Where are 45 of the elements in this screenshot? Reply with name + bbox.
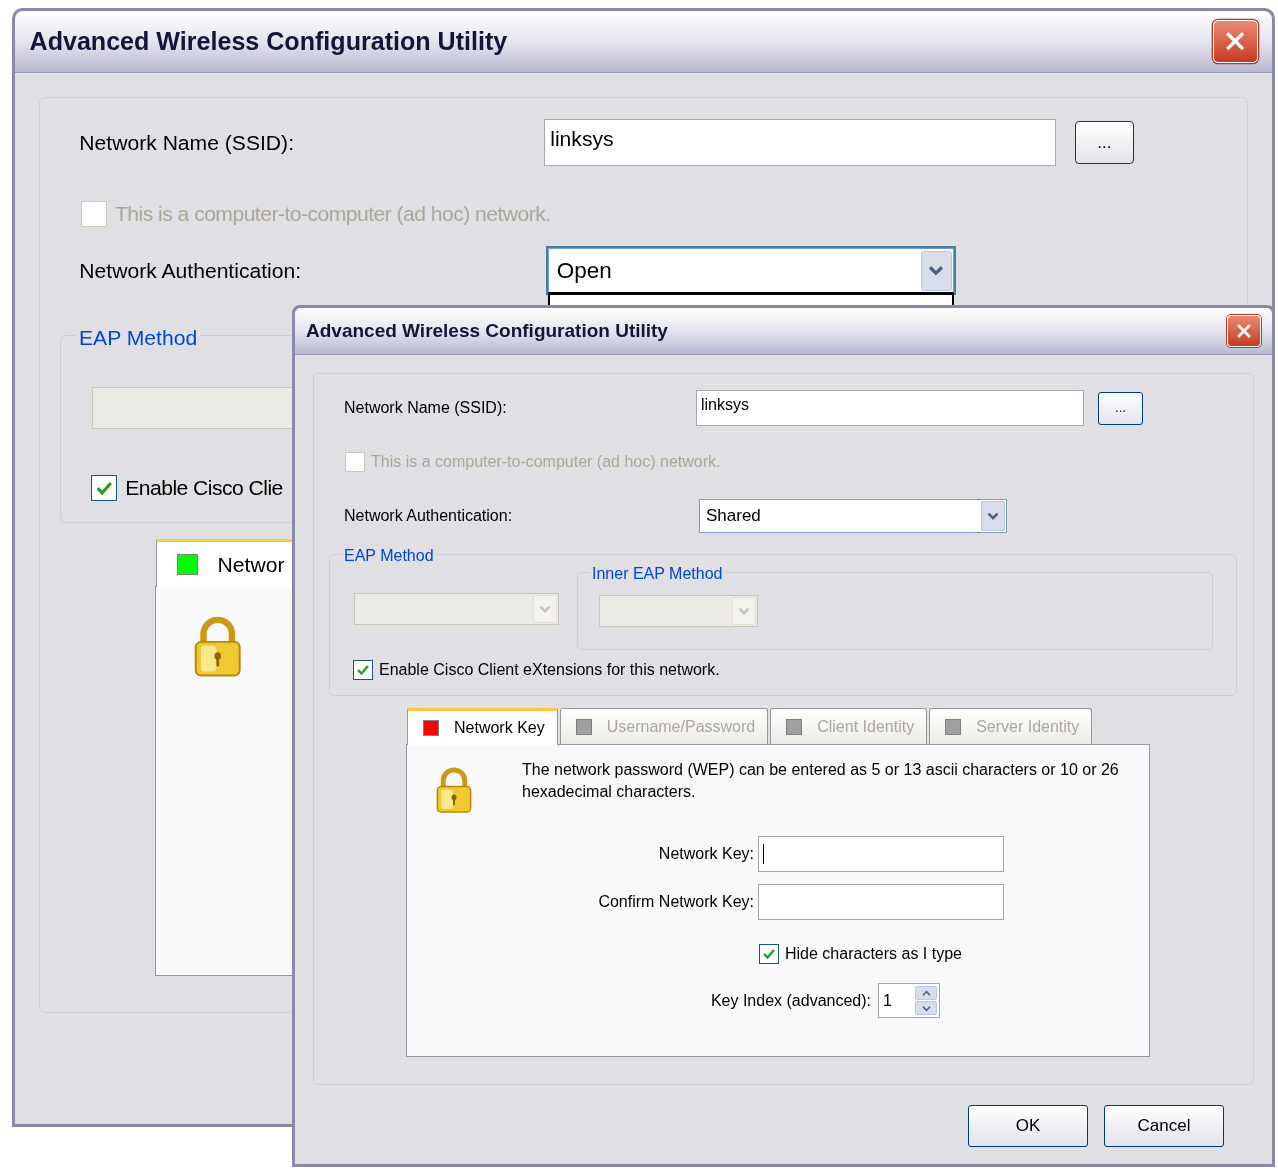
spin-field[interactable]: 1 [878,983,940,1018]
checkbox[interactable] [90,474,118,502]
password-field[interactable] [758,836,1004,872]
checkbox-label: This is a computer-to-computer (ad hoc) network. [371,452,721,472]
checkbox[interactable] [759,944,779,964]
close-button[interactable] [1227,315,1261,347]
checkbox-label: This is a computer-to-computer (ad hoc) network. [114,201,551,228]
field-label: Confirm Network Key: [597,892,755,912]
dropdown-value: Shared [705,505,761,528]
chevron-down-icon [738,606,750,616]
field-label: Network Key: [657,844,755,864]
window-title: Advanced Wireless Configuration Utility [306,318,668,343]
dropdown-button[interactable] [920,250,953,291]
dialog-button[interactable]: Cancel [1104,1105,1224,1147]
password-field[interactable] [758,884,1004,920]
checkbox-label: Enable Cisco Client eXtensions for this network. [379,660,720,680]
dropdown-value: Open [555,256,612,285]
dialog-button[interactable]: OK [968,1105,1088,1147]
checkbox[interactable] [353,660,373,680]
chevron-down-icon [987,511,999,521]
field-label: Network Name (SSID): [79,129,295,156]
tab[interactable]: Network Key [407,708,558,745]
browse-button[interactable]: ... [1074,120,1134,165]
text-field[interactable]: linksys [696,390,1084,426]
chevron-down-icon [539,604,551,614]
dropdown[interactable]: Open [547,248,955,294]
spin-value: 1 [883,990,892,1011]
field-label: Network Authentication: [344,506,514,526]
dropdown-button[interactable] [981,501,1005,531]
dropdown[interactable]: Shared [699,499,1007,533]
field-label: Network Name (SSID): [344,398,508,418]
spin-down-button[interactable] [915,1001,937,1015]
spin-up-button[interactable] [915,986,937,1000]
chevron-down-icon [928,264,945,277]
window-title: Advanced Wireless Configuration Utility [29,25,508,57]
checkbox-label: Enable Cisco Clie [125,475,283,502]
field-label: Key Index (advanced): [709,990,871,1011]
checkbox-label: Hide characters as I type [785,944,962,964]
text-field[interactable]: linksys [543,118,1057,167]
checkmark-icon [762,947,776,961]
close-button[interactable] [1212,20,1258,63]
description-text: The network password (WEP) can be entered as 5 or 13 ascii characters or 10 or 26 hexadecimal characters. [522,760,1120,802]
checkmark-icon [356,663,370,677]
browse-button[interactable]: ... [1098,391,1143,425]
field-label: Network Authentication: [79,257,303,284]
